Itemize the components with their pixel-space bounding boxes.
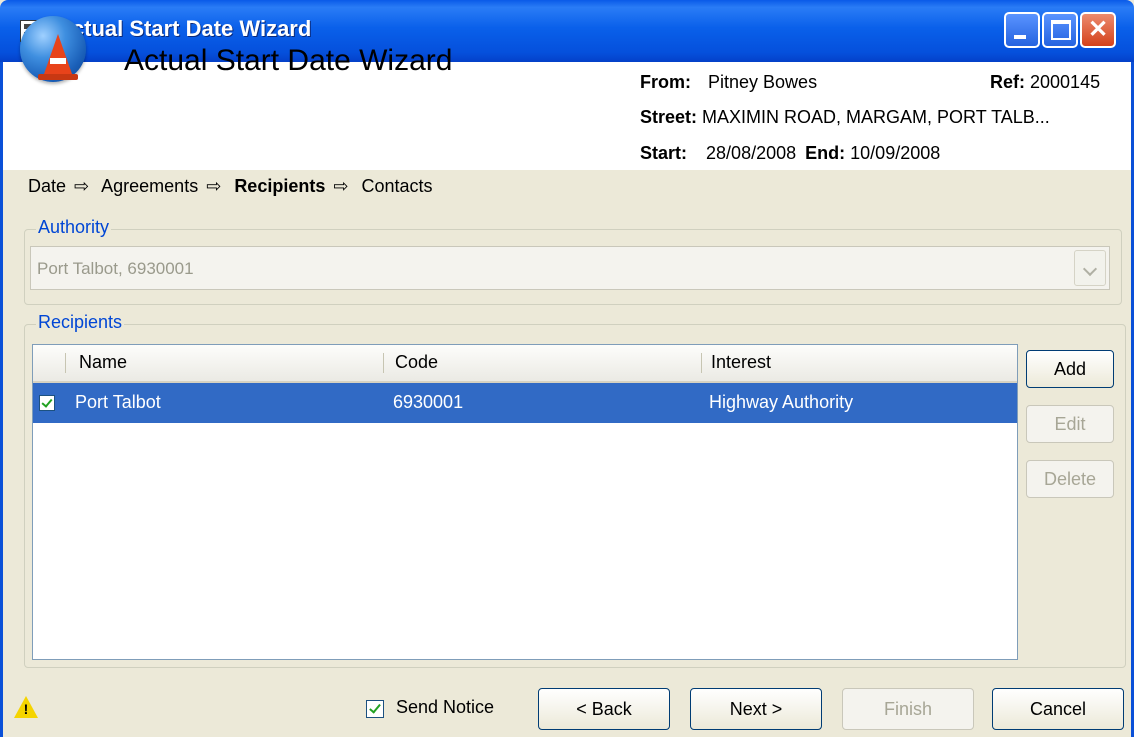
authority-group-label: Authority <box>36 217 112 238</box>
start-value: 28/08/2008 <box>706 143 797 163</box>
delete-button[interactable]: Delete <box>1026 460 1114 498</box>
authority-select-value: Port Talbot, 6930001 <box>37 259 194 278</box>
header-separator[interactable] <box>383 353 384 373</box>
cell-interest: Highway Authority <box>709 392 854 412</box>
edit-button[interactable]: Edit <box>1026 405 1114 443</box>
dates-info: Start: 28/08/2008 End: 10/09/2008 <box>640 143 940 164</box>
close-button[interactable]: ✕ <box>1080 12 1116 48</box>
end-value: 10/09/2008 <box>850 143 941 163</box>
window-title: Actual Start Date Wizard <box>56 16 312 41</box>
recipients-table[interactable]: Name Code Interest Port Talbot 6930001 H… <box>32 344 1018 660</box>
ref-label: Ref: <box>990 72 1025 92</box>
end-label: End: <box>805 143 846 163</box>
breadcrumb-step-agreements: Agreements <box>101 176 199 196</box>
warning-exclamation: ! <box>23 701 29 717</box>
street-info: Street: MAXIMIN ROAD, MARGAM, PORT TALB.… <box>640 107 1050 128</box>
breadcrumb: Date ⇨ Agreements ⇨ Recipients ⇨ Contacts <box>28 176 439 197</box>
breadcrumb-step-recipients: Recipients <box>234 176 326 196</box>
next-button[interactable]: Next > <box>690 688 822 730</box>
breadcrumb-arrow-icon: ⇨ <box>206 176 222 196</box>
column-header-code[interactable]: Code <box>395 352 438 373</box>
street-label: Street: <box>640 107 698 127</box>
back-button[interactable]: < Back <box>538 688 670 730</box>
cancel-button[interactable]: Cancel <box>992 688 1124 730</box>
table-row[interactable]: Port Talbot 6930001 Highway Authority <box>33 383 1017 423</box>
breadcrumb-step-contacts: Contacts <box>361 176 433 196</box>
cell-code: 6930001 <box>393 392 464 412</box>
minimize-button[interactable] <box>1004 12 1040 48</box>
send-notice-label[interactable]: Send Notice <box>396 697 494 718</box>
finish-button[interactable]: Finish <box>842 688 974 730</box>
header-separator[interactable] <box>65 353 66 373</box>
add-button[interactable]: Add <box>1026 350 1114 388</box>
from-label: From: <box>640 72 691 92</box>
wizard-title: Actual Start Date Wizard <box>124 44 453 77</box>
ref-value: 2000145 <box>1030 72 1101 92</box>
column-header-name[interactable]: Name <box>79 352 127 373</box>
cell-name: Port Talbot <box>75 392 161 412</box>
send-notice-checkbox[interactable] <box>366 700 384 718</box>
table-header: Name Code Interest <box>33 345 1017 383</box>
cone-stripe <box>50 58 66 64</box>
street-value: MAXIMIN ROAD, MARGAM, PORT TALB... <box>702 107 1050 127</box>
maximize-button[interactable] <box>1042 12 1078 48</box>
breadcrumb-step-date: Date <box>28 176 67 196</box>
chevron-down-icon[interactable] <box>1074 250 1106 286</box>
authority-select[interactable]: Port Talbot, 6930001 <box>30 246 1110 290</box>
cone-base <box>38 74 78 80</box>
ref-info: Ref: 2000145 <box>990 72 1100 93</box>
recipients-group-label: Recipients <box>36 312 125 333</box>
from-info: From: Pitney Bowes <box>640 72 817 93</box>
column-header-interest[interactable]: Interest <box>711 352 771 373</box>
from-value: Pitney Bowes <box>708 72 818 92</box>
cone-shape <box>44 34 72 74</box>
breadcrumb-arrow-icon: ⇨ <box>74 176 90 196</box>
close-icon: ✕ <box>1087 16 1109 43</box>
header-separator[interactable] <box>701 353 702 373</box>
breadcrumb-arrow-icon: ⇨ <box>333 176 349 196</box>
row-checkbox[interactable] <box>39 395 55 411</box>
start-label: Start: <box>640 143 688 163</box>
